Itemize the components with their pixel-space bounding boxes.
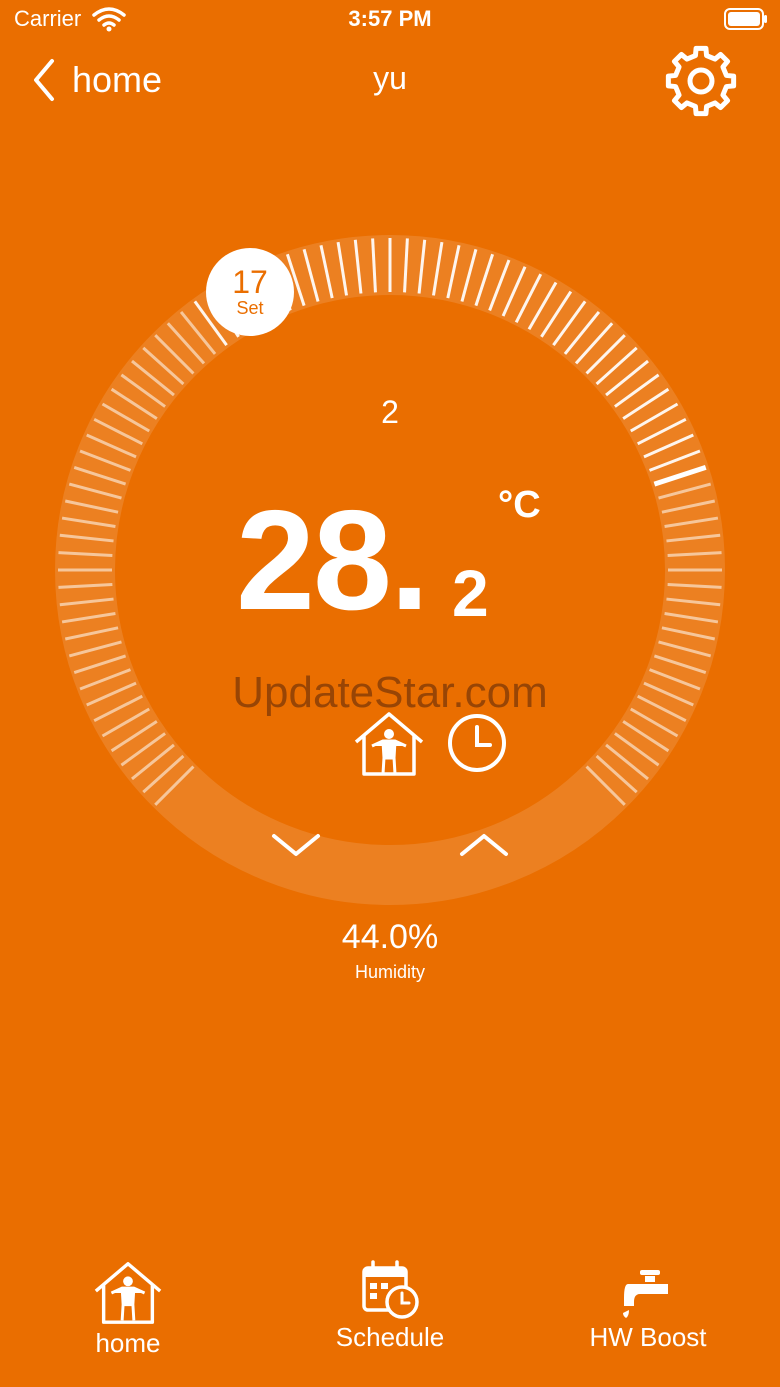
set-point-value: 17	[232, 264, 268, 300]
set-point-badge[interactable]: 17 Set	[206, 248, 294, 336]
back-label: home	[72, 59, 163, 100]
current-temperature-integer: 28.	[236, 481, 429, 640]
tab-hw-boost-label: HW Boost	[589, 1322, 707, 1352]
page-title: yu	[373, 60, 407, 96]
tab-schedule-label: Schedule	[335, 1322, 445, 1352]
chevron-down-icon[interactable]	[266, 822, 326, 866]
current-temperature-decimal: 2	[452, 556, 489, 630]
battery-icon	[724, 8, 767, 30]
set-point-label: Set	[236, 298, 264, 318]
status-time: 3:57 PM	[348, 6, 432, 31]
tab-hw-boost[interactable]: HW Boost	[548, 1258, 748, 1353]
temperature-unit: °C	[498, 484, 541, 526]
tab-home[interactable]: home	[28, 1258, 228, 1359]
mode-number: 2	[381, 394, 399, 430]
gear-icon[interactable]	[664, 44, 738, 118]
chevron-left-icon	[34, 59, 54, 101]
calendar-clock-icon	[362, 1260, 419, 1319]
house-person-icon[interactable]	[350, 710, 428, 778]
tab-schedule[interactable]: Schedule	[290, 1258, 490, 1353]
back-button[interactable]: home	[28, 52, 162, 108]
humidity-value: 44.0%	[341, 918, 439, 956]
humidity-label: Humidity	[354, 962, 425, 982]
faucet-icon	[623, 1270, 668, 1318]
house-person-icon	[94, 1262, 162, 1324]
chevron-up-icon[interactable]	[454, 822, 514, 866]
clock-icon[interactable]	[446, 712, 508, 774]
tab-home-label: home	[95, 1328, 161, 1358]
